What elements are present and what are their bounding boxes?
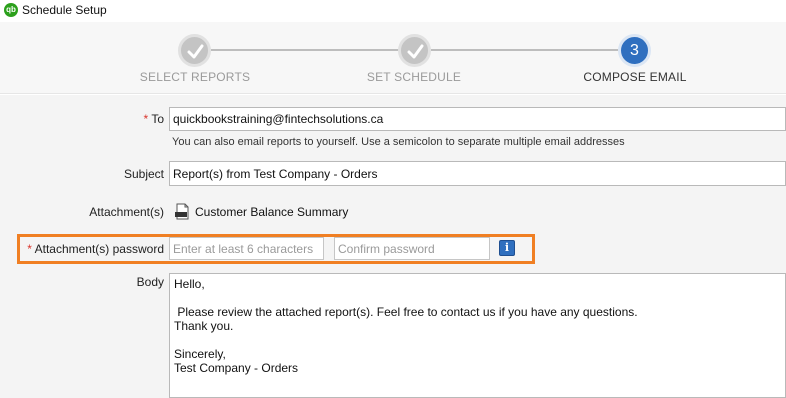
attachment-password-label-text: Attachment(s) password: [34, 242, 164, 256]
to-label-text: To: [151, 112, 164, 126]
body-label: Body: [136, 275, 164, 289]
quickbooks-logo-icon: qb: [4, 3, 18, 17]
to-email-input[interactable]: quickbookstraining@fintechsolutions.ca: [169, 107, 786, 131]
step-1-label: SELECT REPORTS: [139, 70, 251, 84]
step-1-complete-check-icon: [178, 34, 211, 67]
step-2-label: SET SCHEDULE: [366, 70, 462, 84]
wizard-connector: [211, 49, 400, 51]
attachments-label: Attachment(s): [89, 205, 164, 219]
pdf-file-icon[interactable]: [175, 203, 190, 220]
info-icon[interactable]: i: [499, 240, 515, 256]
subject-input[interactable]: Report(s) from Test Company - Orders: [169, 161, 786, 186]
subject-label: Subject: [123, 167, 164, 181]
step-3-label: COMPOSE EMAIL: [583, 70, 687, 84]
required-asterisk: *: [27, 242, 32, 256]
title-bar: qb Schedule Setup: [0, 0, 786, 22]
email-body-textarea[interactable]: Hello, Please review the attached report…: [169, 273, 786, 398]
attachment-password-label: * Attachment(s) password: [20, 242, 164, 256]
to-hint-text: You can also email reports to yourself. …: [172, 136, 625, 148]
step-2-complete-check-icon: [398, 34, 431, 67]
confirm-password-input[interactable]: Confirm password: [334, 237, 490, 260]
wizard-progress: SELECT REPORTS SET SCHEDULE 3 COMPOSE EM…: [0, 22, 786, 94]
window-title: Schedule Setup: [22, 3, 107, 17]
attachment-file-name[interactable]: Customer Balance Summary: [195, 205, 348, 219]
password-input[interactable]: Enter at least 6 characters: [169, 237, 324, 260]
step-3-current-indicator: 3: [618, 34, 651, 67]
to-label: * To: [60, 112, 164, 126]
required-asterisk: *: [143, 112, 149, 126]
wizard-connector: [431, 49, 618, 51]
